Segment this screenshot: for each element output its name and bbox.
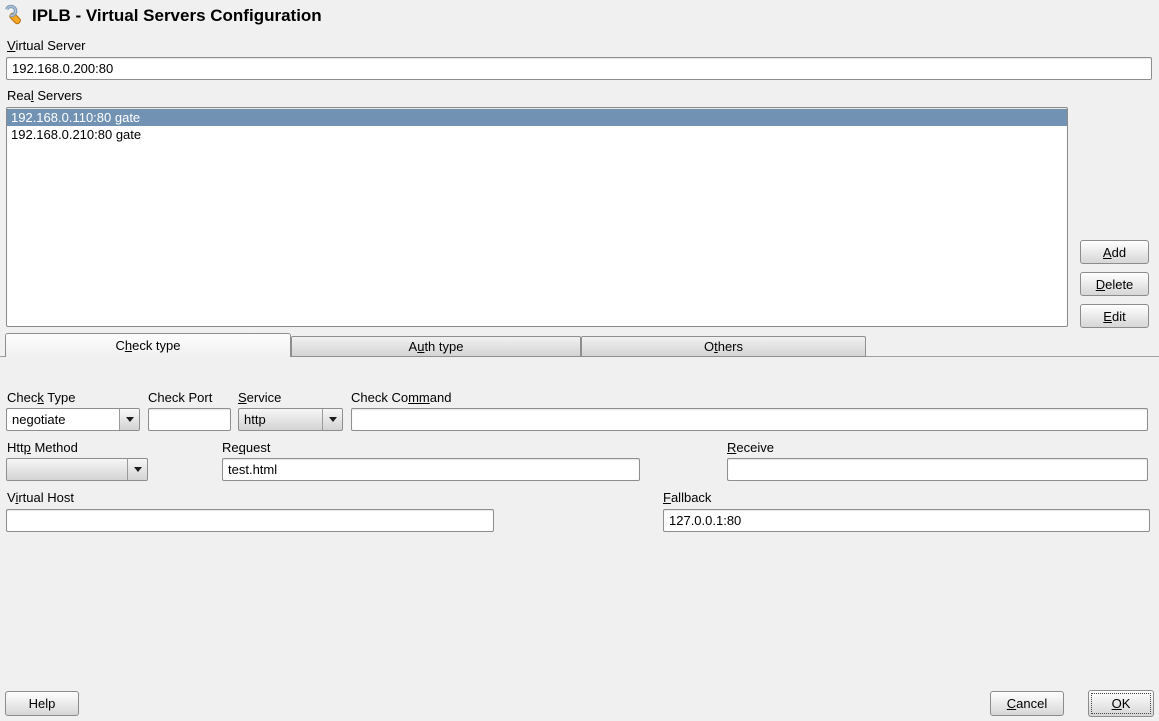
service-label: Service: [238, 390, 281, 405]
chevron-down-icon[interactable]: [322, 409, 342, 430]
check-type-value: negotiate: [7, 409, 119, 430]
http-method-label: Http Method: [7, 440, 78, 455]
real-servers-list[interactable]: 192.168.0.110:80 gate 192.168.0.210:80 g…: [6, 107, 1068, 327]
tab-check-type[interactable]: Check type: [5, 333, 291, 357]
check-command-label: Check Command: [351, 390, 451, 405]
delete-button[interactable]: Delete: [1080, 272, 1149, 296]
virtual-server-label: Virtual Server: [7, 38, 86, 53]
service-select[interactable]: http: [238, 408, 343, 431]
edit-button[interactable]: Edit: [1080, 304, 1149, 328]
receive-label: Receive: [727, 440, 774, 455]
help-button[interactable]: Help: [5, 691, 79, 716]
service-value: http: [239, 409, 322, 430]
http-method-select[interactable]: [6, 458, 148, 481]
list-item[interactable]: 192.168.0.210:80 gate: [7, 126, 1067, 143]
list-item[interactable]: 192.168.0.110:80 gate: [7, 109, 1067, 126]
add-button[interactable]: Add: [1080, 240, 1149, 264]
check-port-label: Check Port: [148, 390, 212, 405]
check-port-input[interactable]: [148, 408, 231, 431]
receive-input[interactable]: [727, 458, 1148, 481]
page-title: IPLB - Virtual Servers Configuration: [32, 6, 322, 26]
virtual-host-input[interactable]: [6, 509, 494, 532]
fallback-input[interactable]: [663, 509, 1150, 532]
cancel-button[interactable]: Cancel: [990, 691, 1064, 716]
check-type-select[interactable]: negotiate: [6, 408, 140, 431]
chevron-down-icon[interactable]: [127, 459, 147, 480]
request-input[interactable]: [222, 458, 640, 481]
check-type-label: Check Type: [7, 390, 75, 405]
tab-others[interactable]: Others: [581, 336, 866, 357]
virtual-host-label: Virtual Host: [7, 490, 74, 505]
check-command-input[interactable]: [351, 408, 1148, 431]
http-method-value: [7, 459, 127, 480]
ok-button[interactable]: OK: [1088, 690, 1154, 717]
virtual-server-input[interactable]: [6, 57, 1152, 80]
real-servers-label: Real Servers: [7, 88, 82, 103]
request-label: Request: [222, 440, 270, 455]
iplb-virtual-servers-dialog: IPLB - Virtual Servers Configuration Vir…: [0, 0, 1159, 721]
tab-auth-type[interactable]: Auth type: [291, 336, 581, 357]
chevron-down-icon[interactable]: [119, 409, 139, 430]
fallback-label: Fallback: [663, 490, 711, 505]
wrench-icon: [4, 4, 28, 28]
